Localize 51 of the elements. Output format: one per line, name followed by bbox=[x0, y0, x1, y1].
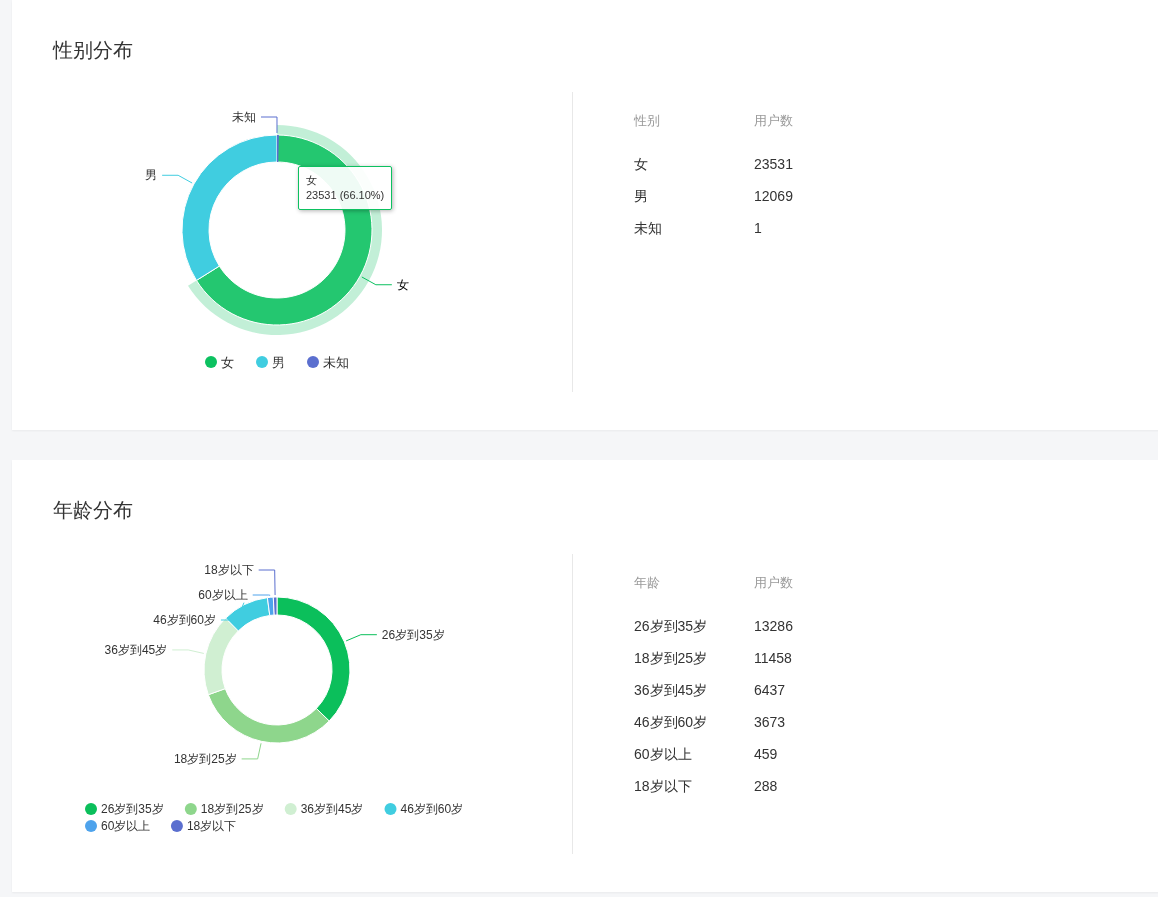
leader-line bbox=[260, 116, 278, 134]
leader-line bbox=[220, 602, 245, 621]
tooltip-value: 23531 (66.10%) bbox=[306, 188, 385, 203]
table-cell-text: 6437 bbox=[754, 680, 787, 700]
legend-item[interactable]: 18岁以下 bbox=[170, 819, 237, 834]
legend-item[interactable]: 18岁到25岁 bbox=[184, 802, 264, 817]
table-cell-text: 26岁到35岁 bbox=[634, 616, 709, 636]
table-cell-text: 23531 bbox=[754, 154, 794, 174]
legend-item[interactable]: 46岁到60岁 bbox=[384, 802, 464, 817]
column-header: 性别 bbox=[634, 112, 661, 131]
table-cell-text: 11458 bbox=[754, 648, 793, 668]
table-cell-text: 未知 bbox=[634, 218, 663, 238]
card-title: 性别分布 bbox=[51, 38, 134, 63]
card-title: 年龄分布 bbox=[52, 498, 134, 523]
table-cell-text: 60岁以上 bbox=[634, 744, 693, 764]
legend-item[interactable]: 女 bbox=[205, 354, 234, 370]
column-header: 用户数 bbox=[754, 112, 794, 131]
leader-line bbox=[241, 742, 262, 760]
table-cell-text: 1 bbox=[754, 218, 763, 238]
table-cell-text: 459 bbox=[754, 744, 779, 764]
tooltip-title: 女 bbox=[306, 173, 318, 188]
slice-label: 女 bbox=[396, 277, 409, 292]
legend-item[interactable]: 60岁以上 bbox=[85, 819, 151, 834]
slice-label: 26岁到35岁 bbox=[381, 627, 445, 642]
legend-item[interactable]: 26岁到35岁 bbox=[85, 802, 164, 817]
table-cell-text: 18岁以下 bbox=[634, 776, 693, 796]
slice-label: 18岁到25岁 bbox=[173, 751, 237, 766]
leader-line bbox=[361, 276, 393, 286]
slice-label: 46岁到60岁 bbox=[153, 613, 216, 627]
legend-item[interactable]: 未知 bbox=[307, 354, 349, 370]
table-cell-text: 18岁到25岁 bbox=[634, 648, 709, 668]
table-cell-text: 3673 bbox=[754, 712, 787, 732]
slice-label: 60岁以上 bbox=[198, 588, 248, 602]
leader-line bbox=[161, 174, 193, 184]
slice-label: 未知 bbox=[232, 110, 256, 124]
table-cell-text: 女 bbox=[634, 154, 649, 174]
table-cell-text: 36岁到45岁 bbox=[634, 680, 709, 700]
table-cell-text: 12069 bbox=[754, 186, 794, 206]
table-cell-text: 46岁到60岁 bbox=[634, 712, 709, 732]
leader-line bbox=[345, 634, 378, 642]
slice-label: 36岁到45岁 bbox=[104, 642, 168, 657]
table-cell-text: 288 bbox=[754, 776, 779, 796]
table-cell-text: 男 bbox=[634, 186, 649, 206]
table-cell-text: 13286 bbox=[754, 616, 794, 636]
legend-item[interactable]: 男 bbox=[256, 354, 285, 370]
leader-line bbox=[171, 649, 205, 654]
legend-item[interactable]: 36岁到45岁 bbox=[284, 802, 364, 817]
column-header: 年龄 bbox=[634, 574, 661, 593]
column-header: 用户数 bbox=[754, 574, 794, 593]
slice-label: 18岁以下 bbox=[204, 563, 254, 577]
slice-label: 男 bbox=[145, 168, 158, 183]
